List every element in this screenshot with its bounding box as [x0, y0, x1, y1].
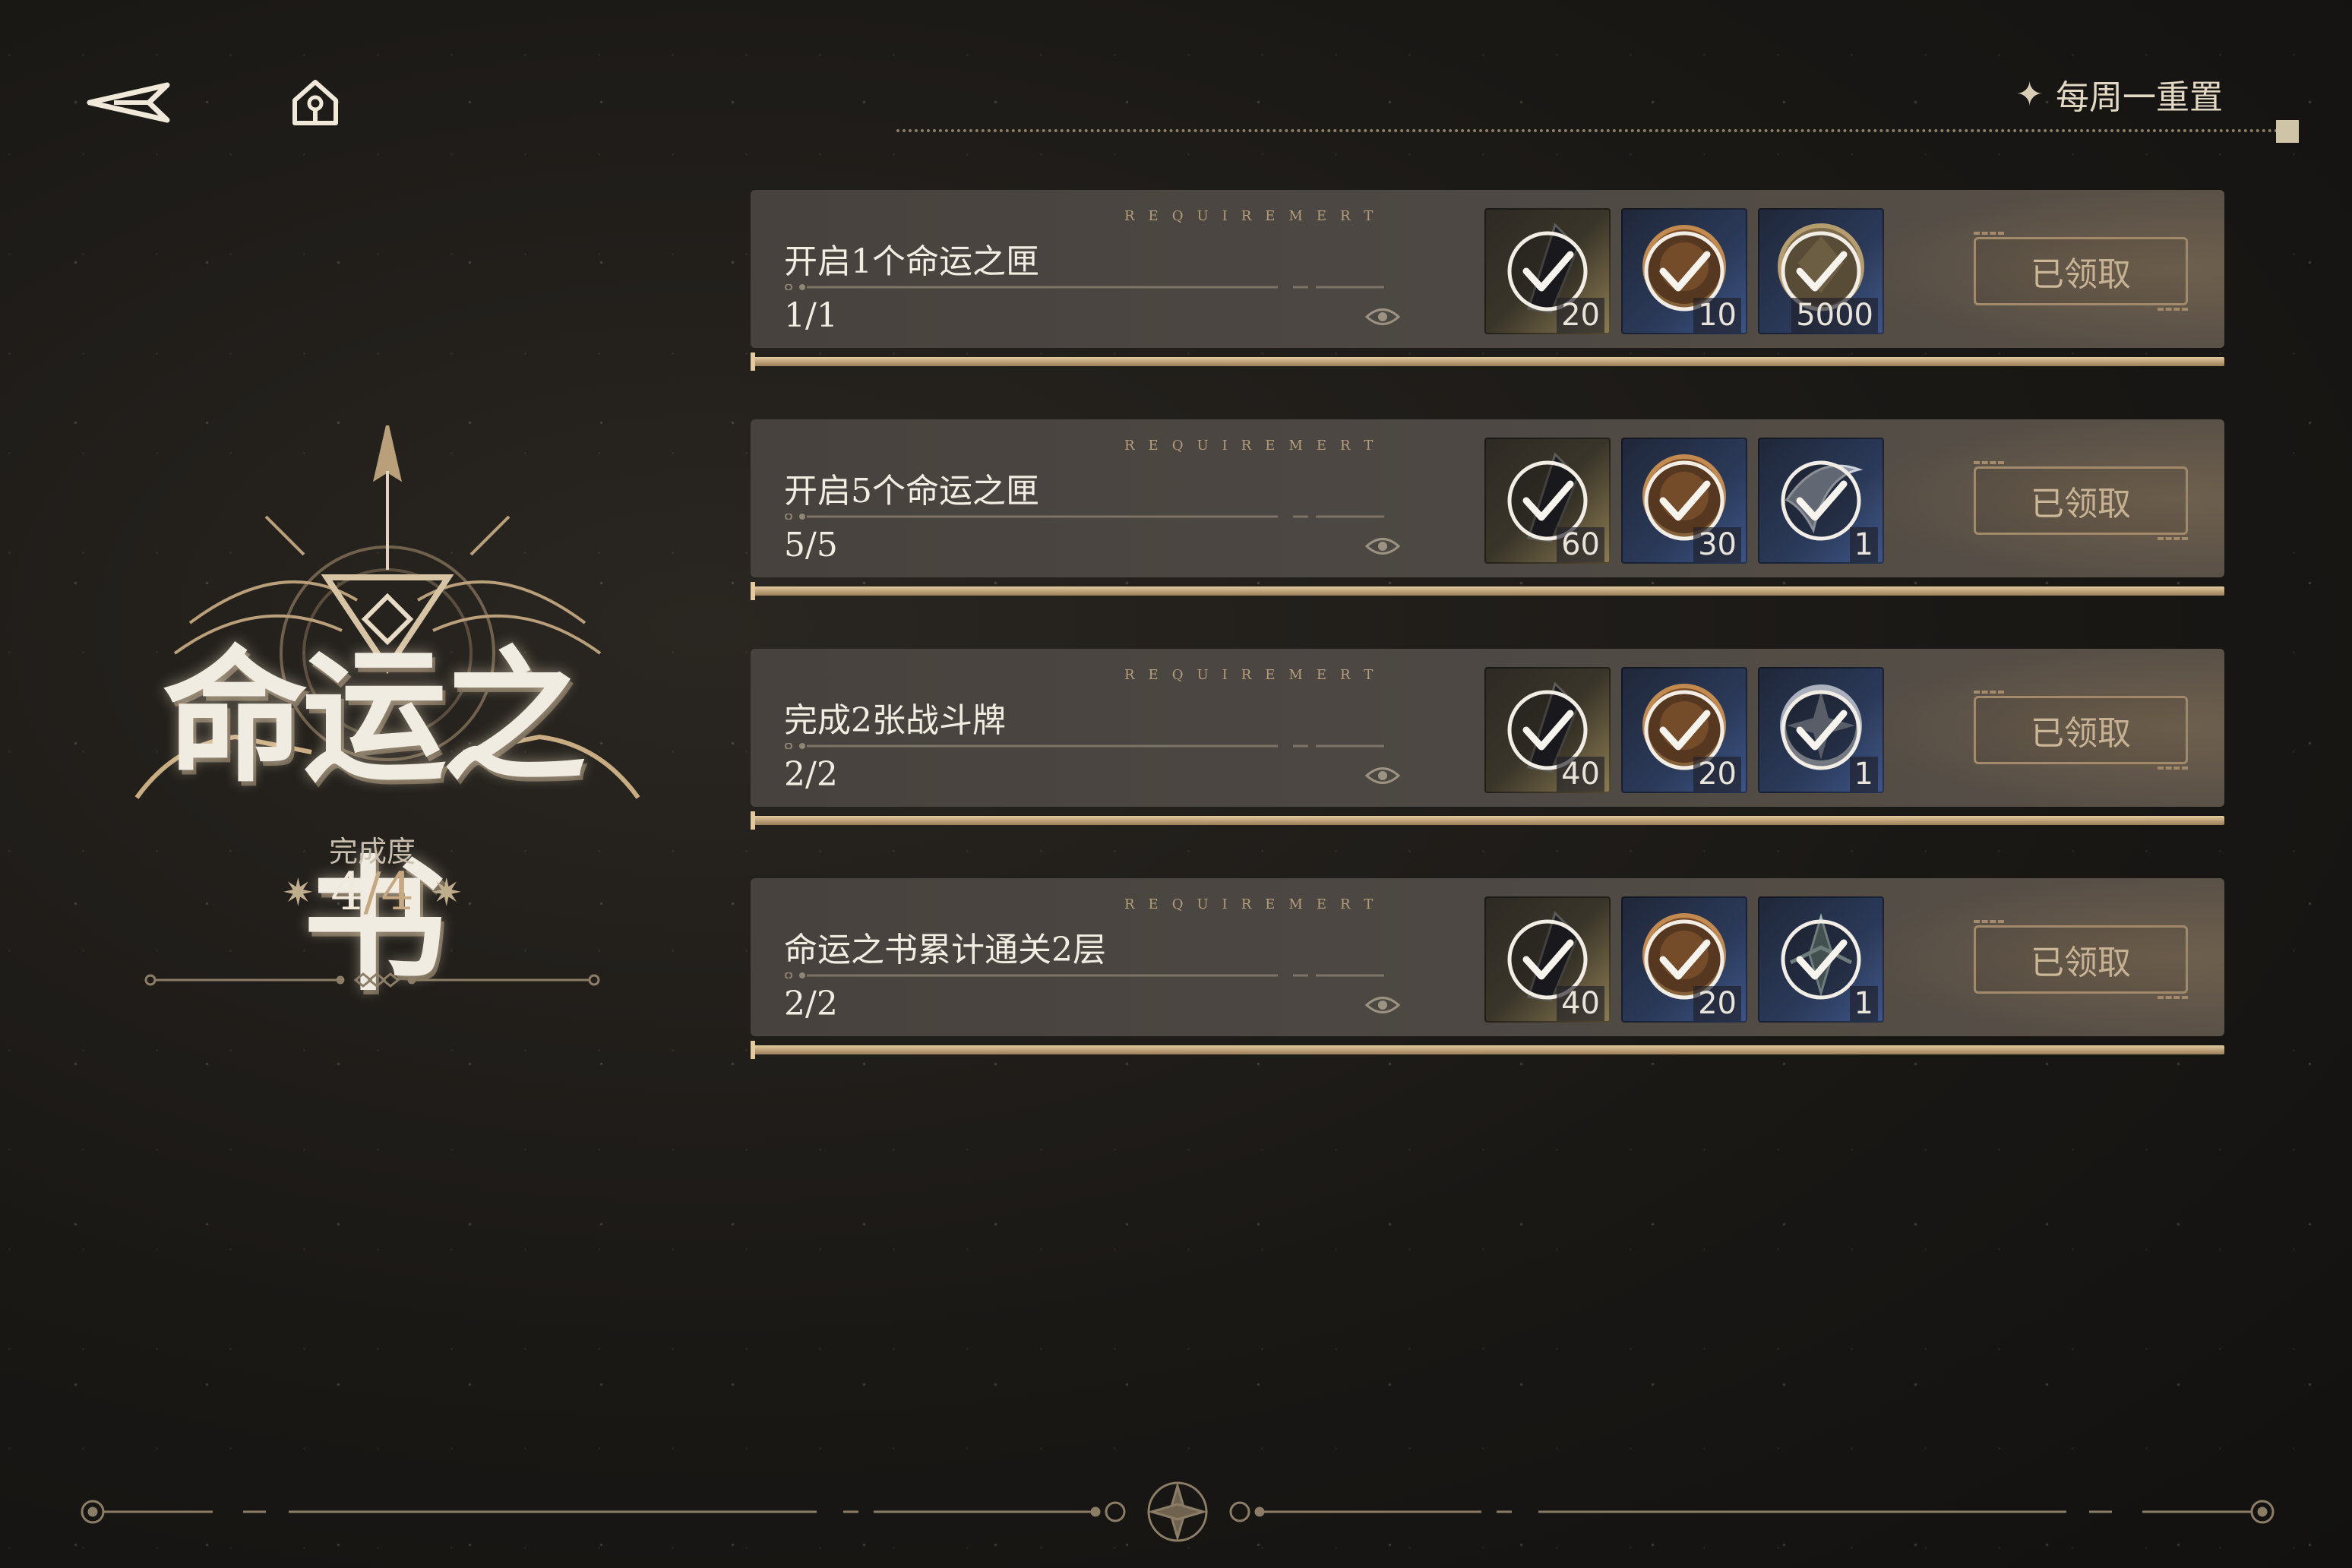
task-row: REQUIREMERT 完成2张战斗牌 2/2 40 20 1 已领取	[751, 649, 2224, 830]
completion-counter: ✷ 4/4 ✷	[266, 862, 479, 922]
reward-quantity: 1	[1849, 757, 1878, 792]
task-title: 开启1个命运之匣	[784, 242, 1039, 281]
reward-quantity: 20	[1693, 757, 1741, 792]
task-title: 命运之书累计通关2层	[784, 931, 1106, 969]
reward-slot[interactable]: 40	[1484, 896, 1611, 1023]
reward-slot[interactable]: 1	[1758, 438, 1884, 564]
task-progress-line	[785, 514, 1384, 520]
task-row: REQUIREMERT 命运之书累计通关2层 2/2 40 20 1 已领取	[751, 878, 2224, 1059]
reward-slot[interactable]: 20	[1484, 208, 1611, 334]
reward-list: 40 20 1	[1484, 667, 1884, 793]
reward-slot[interactable]: 5000	[1758, 208, 1884, 334]
task-progress-line	[785, 972, 1384, 978]
task-card: REQUIREMERT 命运之书累计通关2层 2/2 40 20 1 已领取	[751, 878, 2224, 1036]
reward-quantity: 40	[1557, 986, 1604, 1021]
weekly-reset-note: ✦ 每周一重置	[2015, 70, 2223, 119]
task-progress: 2/2	[784, 985, 838, 1023]
task-card: REQUIREMERT 开启1个命运之匣 1/1 20 10 5000 已领取	[751, 190, 2224, 348]
bottom-ornament	[81, 1481, 2275, 1542]
sparkle-icon: ✷	[282, 870, 315, 915]
reward-slot[interactable]: 20	[1621, 896, 1747, 1023]
sparkle-icon: ✷	[430, 870, 463, 915]
back-button[interactable]	[84, 76, 175, 129]
reward-list: 60 30 1	[1484, 438, 1884, 564]
reward-slot[interactable]: 40	[1484, 667, 1611, 793]
completion-current: 4	[330, 862, 364, 922]
reward-quantity: 60	[1557, 527, 1604, 562]
task-underline	[751, 1041, 2224, 1059]
reward-quantity: 20	[1693, 986, 1741, 1021]
reward-quantity: 40	[1557, 757, 1604, 792]
reward-quantity: 1	[1849, 527, 1878, 562]
completion-value: 4/4	[330, 862, 413, 922]
home-icon	[292, 80, 338, 125]
reward-slot[interactable]: 10	[1621, 208, 1747, 334]
reward-slot[interactable]: 1	[1758, 667, 1884, 793]
reward-slot[interactable]: 1	[1758, 896, 1884, 1023]
header-divider	[896, 129, 2291, 132]
eye-icon[interactable]	[1364, 535, 1401, 558]
reward-quantity: 20	[1557, 298, 1604, 333]
completion-separator: /	[363, 862, 381, 922]
reward-slot[interactable]: 60	[1484, 438, 1611, 564]
eye-icon[interactable]	[1364, 994, 1401, 1016]
claimed-check-icon	[1781, 919, 1861, 1000]
task-progress: 2/2	[784, 755, 838, 794]
claimed-check-icon	[1781, 460, 1861, 541]
eye-icon[interactable]	[1364, 305, 1401, 328]
requirement-tag: REQUIREMERT	[1124, 438, 1387, 454]
reward-list: 20 10 5000	[1484, 208, 1884, 334]
back-arrow-icon	[87, 82, 170, 123]
home-button[interactable]	[289, 76, 342, 129]
requirement-tag: REQUIREMERT	[1124, 667, 1387, 683]
requirement-tag: REQUIREMERT	[1124, 896, 1387, 912]
weekly-reset-label: 每周一重置	[2056, 78, 2223, 117]
claimed-button[interactable]: 已领取	[1974, 920, 2188, 999]
task-row: REQUIREMERT 开启1个命运之匣 1/1 20 10 5000 已领取	[751, 190, 2224, 371]
reward-quantity: 5000	[1791, 298, 1878, 333]
eye-icon[interactable]	[1364, 764, 1401, 787]
completion-total: 4	[381, 862, 414, 922]
task-progress-line	[785, 743, 1384, 749]
book-of-fate-logo: 命运之书	[162, 632, 586, 1010]
ornamental-divider	[144, 972, 600, 988]
claimed-button[interactable]: 已领取	[1974, 232, 2188, 311]
reward-list: 40 20 1	[1484, 896, 1884, 1023]
header-divider-end-square	[2276, 120, 2299, 143]
claimed-button[interactable]: 已领取	[1974, 691, 2188, 770]
reward-slot[interactable]: 20	[1621, 667, 1747, 793]
reward-quantity: 10	[1693, 298, 1741, 333]
task-progress-line	[785, 284, 1384, 290]
reward-slot[interactable]: 30	[1621, 438, 1747, 564]
task-underline	[751, 582, 2224, 600]
reward-quantity: 30	[1693, 527, 1741, 562]
task-progress: 1/1	[784, 296, 838, 335]
task-card: REQUIREMERT 完成2张战斗牌 2/2 40 20 1 已领取	[751, 649, 2224, 807]
reward-quantity: 1	[1849, 986, 1878, 1021]
task-underline	[751, 352, 2224, 371]
claimed-button[interactable]: 已领取	[1974, 461, 2188, 540]
requirement-tag: REQUIREMERT	[1124, 208, 1387, 224]
task-underline	[751, 811, 2224, 830]
task-card: REQUIREMERT 开启5个命运之匣 5/5 60 30 1 已领取	[751, 419, 2224, 577]
task-title: 开启5个命运之匣	[784, 472, 1039, 511]
task-progress: 5/5	[784, 526, 838, 564]
sparkle-icon: ✦	[2015, 74, 2044, 114]
task-row: REQUIREMERT 开启5个命运之匣 5/5 60 30 1 已领取	[751, 419, 2224, 600]
claimed-check-icon	[1781, 690, 1861, 770]
task-title: 完成2张战斗牌	[784, 701, 1006, 740]
